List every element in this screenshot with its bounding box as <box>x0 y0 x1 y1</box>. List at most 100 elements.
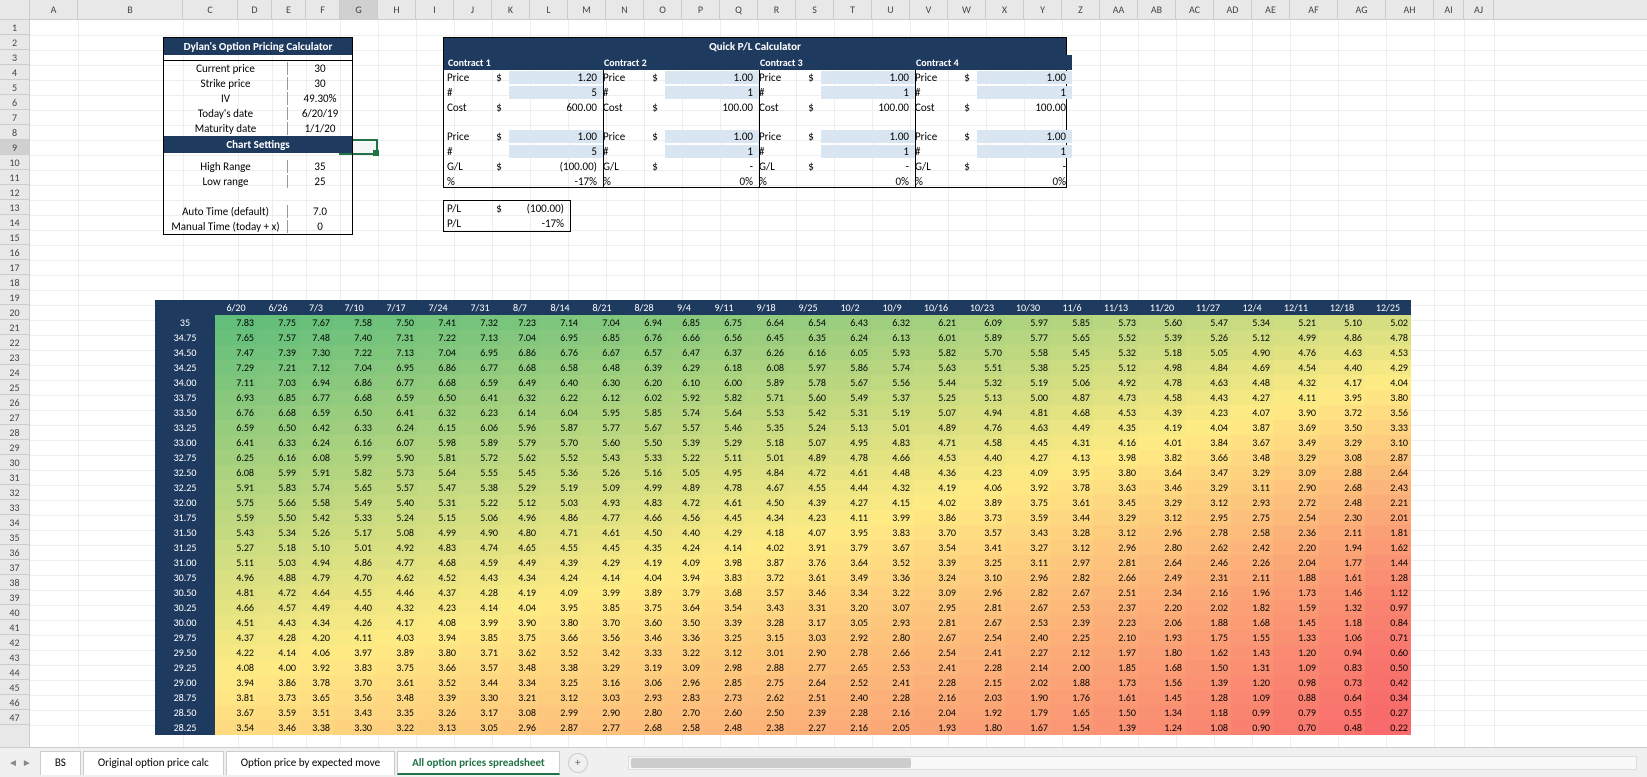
heat-cell[interactable]: 6.86 <box>333 375 375 390</box>
heat-cell[interactable]: 5.70 <box>539 435 581 450</box>
heat-cell[interactable]: 1.59 <box>1273 600 1319 615</box>
heat-cell[interactable]: 1.88 <box>1273 570 1319 585</box>
heat-cell[interactable]: 7.03 <box>257 375 299 390</box>
row-header-18[interactable]: 18 <box>0 275 29 290</box>
heat-cell[interactable]: 5.97 <box>1005 315 1051 330</box>
heat-cell[interactable]: 1.67 <box>1005 720 1051 735</box>
heat-cell[interactable]: 4.34 <box>299 615 333 630</box>
heat-cell[interactable]: 6.85 <box>581 330 623 345</box>
heat-cell[interactable]: 5.11 <box>215 555 257 570</box>
heat-cell[interactable]: 3.59 <box>257 705 299 720</box>
heat-cell[interactable]: 2.53 <box>1051 600 1093 615</box>
row-header-9[interactable]: 9 <box>0 140 29 155</box>
heat-cell[interactable]: 5.05 <box>1185 345 1231 360</box>
row-header-47[interactable]: 47 <box>0 710 29 725</box>
heat-cell[interactable]: 1.45 <box>1139 690 1185 705</box>
heat-cell[interactable]: 6.06 <box>459 420 501 435</box>
heat-cell[interactable]: 7.22 <box>417 330 459 345</box>
heat-cell[interactable]: 4.63 <box>1319 345 1365 360</box>
heat-cell[interactable]: 5.49 <box>333 495 375 510</box>
heat-cell[interactable]: 2.77 <box>787 660 829 675</box>
heat-cell[interactable]: 5.03 <box>257 555 299 570</box>
heat-cell[interactable]: 4.66 <box>871 450 913 465</box>
heat-cell[interactable]: 5.65 <box>1051 330 1093 345</box>
heat-cell[interactable]: 6.41 <box>215 435 257 450</box>
heat-cell[interactable]: 5.22 <box>459 495 501 510</box>
heat-cell[interactable]: 4.73 <box>1093 390 1139 405</box>
heat-cell[interactable]: 5.51 <box>959 360 1005 375</box>
heat-cell[interactable]: 5.65 <box>333 480 375 495</box>
heat-cell[interactable]: 4.04 <box>623 570 665 585</box>
heat-cell[interactable]: 6.86 <box>501 345 539 360</box>
heat-cell[interactable]: 5.50 <box>257 510 299 525</box>
heat-cell[interactable]: 2.85 <box>703 675 745 690</box>
heat-cell[interactable]: 6.85 <box>257 390 299 405</box>
col-header-I[interactable]: I <box>416 0 454 19</box>
heat-cell[interactable]: 1.54 <box>1051 720 1093 735</box>
heat-cell[interactable]: 4.98 <box>1139 360 1185 375</box>
heat-cell[interactable]: 5.99 <box>333 450 375 465</box>
heat-cell[interactable]: 2.54 <box>1273 510 1319 525</box>
row-header-12[interactable]: 12 <box>0 185 29 200</box>
heat-cell[interactable]: 6.24 <box>299 435 333 450</box>
heat-cell[interactable]: 4.01 <box>1139 435 1185 450</box>
heat-cell[interactable]: 3.98 <box>703 555 745 570</box>
heat-cell[interactable]: 3.17 <box>787 615 829 630</box>
heat-cell[interactable]: 5.42 <box>299 510 333 525</box>
heat-cell[interactable]: 4.53 <box>913 450 959 465</box>
heat-cell[interactable]: 6.45 <box>745 330 787 345</box>
heat-cell[interactable]: 0.55 <box>1319 705 1365 720</box>
row-header-25[interactable]: 25 <box>0 380 29 395</box>
heat-cell[interactable]: 3.75 <box>1005 495 1051 510</box>
heat-cell[interactable]: 3.11 <box>1231 480 1273 495</box>
heat-cell[interactable]: 5.85 <box>1051 315 1093 330</box>
heat-cell[interactable]: 3.52 <box>871 555 913 570</box>
row-header-31[interactable]: 31 <box>0 470 29 485</box>
heat-cell[interactable]: 5.29 <box>501 480 539 495</box>
row-header-37[interactable]: 37 <box>0 560 29 575</box>
heat-cell[interactable]: 6.16 <box>333 435 375 450</box>
col-header-C[interactable]: C <box>183 0 238 19</box>
heat-cell[interactable]: 4.43 <box>459 570 501 585</box>
heat-cell[interactable]: 3.68 <box>703 585 745 600</box>
heat-cell[interactable]: 4.94 <box>959 405 1005 420</box>
row-header-41[interactable]: 41 <box>0 620 29 635</box>
heat-cell[interactable]: 2.98 <box>703 660 745 675</box>
heat-cell[interactable]: 5.06 <box>1051 375 1093 390</box>
heat-cell[interactable]: 5.38 <box>1005 360 1051 375</box>
heat-cell[interactable]: 5.34 <box>257 525 299 540</box>
heat-cell[interactable]: 4.96 <box>501 510 539 525</box>
heat-cell[interactable]: 5.89 <box>459 435 501 450</box>
heat-cell[interactable]: 7.65 <box>215 330 257 345</box>
heat-cell[interactable]: 4.67 <box>745 480 787 495</box>
heat-cell[interactable]: 4.56 <box>665 510 703 525</box>
heat-cell[interactable]: 3.44 <box>1051 510 1093 525</box>
heat-cell[interactable]: 4.43 <box>257 615 299 630</box>
heat-cell[interactable]: 2.87 <box>1365 450 1411 465</box>
heat-cell[interactable]: 3.94 <box>215 675 257 690</box>
heat-cell[interactable]: 5.49 <box>829 390 871 405</box>
heat-cell[interactable]: 2.75 <box>1231 510 1273 525</box>
heat-cell[interactable]: 5.95 <box>581 405 623 420</box>
heat-cell[interactable]: 0.71 <box>1365 630 1411 645</box>
heat-cell[interactable]: 3.50 <box>665 615 703 630</box>
heat-cell[interactable]: 4.23 <box>959 465 1005 480</box>
heat-cell[interactable]: 2.53 <box>871 660 913 675</box>
heat-cell[interactable]: 5.46 <box>703 420 745 435</box>
heat-cell[interactable]: 2.96 <box>501 720 539 735</box>
heat-cell[interactable]: 1.93 <box>1139 630 1185 645</box>
heat-cell[interactable]: 3.73 <box>959 510 1005 525</box>
heat-cell[interactable]: 6.37 <box>703 345 745 360</box>
heat-cell[interactable]: 5.82 <box>913 345 959 360</box>
heat-cell[interactable]: 5.59 <box>215 510 257 525</box>
sheet-tab[interactable]: Option price by expected move <box>226 751 395 775</box>
heat-cell[interactable]: 3.76 <box>787 555 829 570</box>
heat-cell[interactable]: 3.70 <box>581 615 623 630</box>
heat-cell[interactable]: 1.80 <box>959 720 1005 735</box>
heat-cell[interactable]: 2.14 <box>1005 660 1051 675</box>
row-header-3[interactable]: 3 <box>0 50 29 65</box>
row-header-1[interactable]: 1 <box>0 20 29 35</box>
heat-cell[interactable]: 4.71 <box>913 435 959 450</box>
heat-cell[interactable]: 4.90 <box>1231 345 1273 360</box>
row-header-19[interactable]: 19 <box>0 290 29 305</box>
